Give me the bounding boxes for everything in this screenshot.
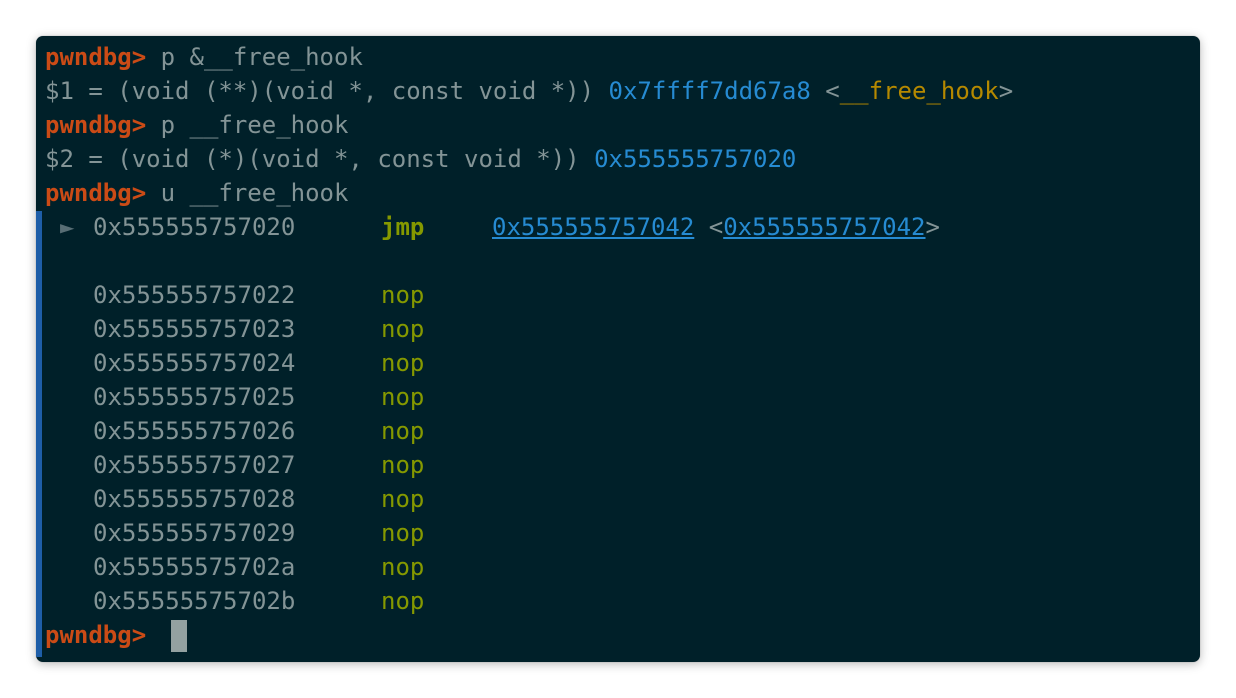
prompt: pwndbg> (45, 621, 147, 649)
instruction-address: 0x55555575702b (93, 587, 296, 615)
current-instruction-address: 0x555555757020 (93, 213, 296, 241)
prompt: pwndbg> (45, 43, 147, 71)
instruction-mnemonic: nop (381, 383, 425, 411)
instruction-address: 0x55555575702a (93, 553, 296, 581)
input-prompt-line[interactable]: pwndbg> (45, 618, 146, 652)
instruction-mnemonic: nop (381, 281, 425, 309)
result-line-1: $1 = (void (**)(void *, const void *)) 0… (45, 74, 1013, 108)
result-address: 0x555555757020 (594, 145, 797, 173)
instruction-address: 0x555555757029 (93, 519, 296, 547)
instruction-mnemonic: nop (381, 553, 425, 581)
instruction-mnemonic: nop (381, 349, 425, 377)
instruction-mnemonic: nop (381, 519, 425, 547)
instruction-mnemonic: nop (381, 451, 425, 479)
instruction-address: 0x555555757025 (93, 383, 296, 411)
current-instruction-marker: ► (60, 210, 74, 244)
disassembly-block-marker (36, 211, 42, 657)
command-line-3: pwndbg> u __free_hook (45, 176, 348, 210)
text-cursor (171, 620, 187, 652)
instruction-mnemonic: nop (381, 417, 425, 445)
instruction-address: 0x555555757023 (93, 315, 296, 343)
jump-target-symbol-link[interactable]: 0x555555757042 (723, 213, 925, 241)
symbol-open: < (810, 77, 840, 105)
current-arrow-icon: ► (60, 213, 75, 241)
command-text: u __free_hook (160, 179, 349, 207)
jump-target-link[interactable]: 0x555555757042 (492, 213, 694, 241)
instruction-address: 0x555555757024 (93, 349, 296, 377)
prompt: pwndbg> (45, 111, 147, 139)
instruction-address: 0x555555757028 (93, 485, 296, 513)
command-text: p &__free_hook (160, 43, 363, 71)
result-prefix: $2 = (void (*)(void *, const void *)) (45, 145, 595, 173)
prompt: pwndbg> (45, 179, 147, 207)
symbol-close: > (925, 213, 940, 241)
result-address: 0x7ffff7dd67a8 (608, 77, 811, 105)
symbol-open: < (708, 213, 724, 241)
result-line-2: $2 = (void (*)(void *, const void *)) 0x… (45, 142, 796, 176)
result-prefix: $1 = (void (**)(void *, const void *)) (45, 77, 609, 105)
command-text: p __free_hook (160, 111, 349, 139)
symbol-close: > (998, 77, 1014, 105)
command-line-2: pwndbg> p __free_hook (45, 108, 348, 142)
instruction-mnemonic: nop (381, 315, 425, 343)
current-instruction-mnemonic: jmp (381, 213, 425, 241)
instruction-address: 0x555555757026 (93, 417, 296, 445)
command-line-1: pwndbg> p &__free_hook (45, 40, 363, 74)
current-instruction-operand: 0x555555757042 <0x555555757042> (492, 210, 940, 244)
instruction-address: 0x555555757022 (93, 281, 296, 309)
result-symbol: __free_hook (839, 77, 999, 105)
instruction-address: 0x555555757027 (93, 451, 296, 479)
terminal-window[interactable]: pwndbg> p &__free_hook $1 = (void (**)(v… (36, 36, 1200, 662)
instruction-mnemonic: nop (381, 485, 425, 513)
instruction-mnemonic: nop (381, 587, 425, 615)
